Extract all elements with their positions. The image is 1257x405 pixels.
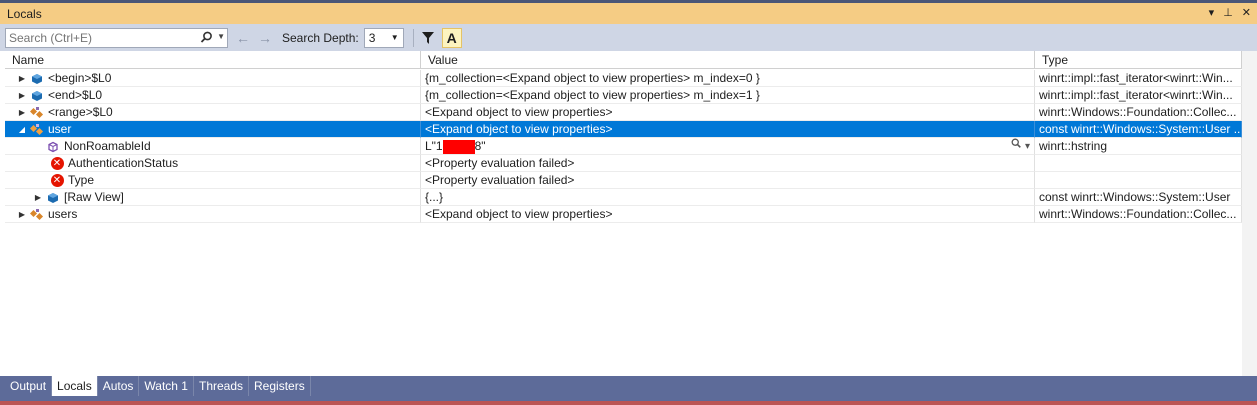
table-row[interactable]: ✕ Type <Property evaluation failed> bbox=[5, 172, 1242, 189]
expand-arrow-icon[interactable]: ▶ bbox=[15, 206, 29, 222]
window-buttons: ▾ ⊥ ✕ bbox=[1209, 6, 1251, 19]
row-type bbox=[1035, 155, 1242, 172]
row-type: winrt::Windows::Foundation::Collec... bbox=[1035, 104, 1242, 121]
expand-arrow-icon[interactable]: ▶ bbox=[15, 104, 29, 120]
row-type: winrt::Windows::Foundation::Collec... bbox=[1035, 206, 1242, 223]
table-row[interactable]: ▶ users <Expand object to view propertie… bbox=[5, 206, 1242, 223]
tab-output[interactable]: Output bbox=[5, 376, 53, 396]
row-name: user bbox=[48, 122, 72, 136]
class-object-icon bbox=[29, 106, 45, 120]
chevron-down-icon: ▼ bbox=[390, 33, 399, 42]
tab-threads[interactable]: Threads bbox=[193, 376, 250, 396]
search-input[interactable] bbox=[6, 28, 196, 47]
column-header-name[interactable]: Name bbox=[5, 51, 421, 69]
row-type bbox=[1035, 172, 1242, 189]
error-icon: ✕ bbox=[49, 157, 65, 171]
tab-autos[interactable]: Autos bbox=[97, 376, 140, 396]
debug-window-tabs: Output Locals Autos Watch 1 Threads Regi… bbox=[5, 376, 311, 396]
row-value: {...} bbox=[421, 189, 1035, 206]
column-header-type[interactable]: Type bbox=[1035, 51, 1242, 69]
search-depth-value: 3 bbox=[368, 30, 376, 45]
row-value: L"1 8" ▾ bbox=[421, 138, 1035, 155]
tab-registers[interactable]: Registers bbox=[249, 376, 311, 396]
view-all-members-button[interactable]: A bbox=[441, 27, 462, 48]
table-row[interactable]: ▶ [Raw View] {...} const winrt::Windows:… bbox=[5, 189, 1242, 206]
grid-header: Name Value Type bbox=[5, 51, 1242, 69]
column-header-value[interactable]: Value bbox=[421, 51, 1035, 69]
row-value: <Expand object to view properties> bbox=[421, 121, 1035, 138]
locals-toolbar: ▼ ← → Search Depth: 3 ▼ A bbox=[0, 24, 1257, 51]
row-name: <begin>$L0 bbox=[48, 71, 112, 85]
expand-arrow-icon[interactable]: ▶ bbox=[15, 87, 29, 103]
search-depth-label: Search Depth: bbox=[282, 30, 359, 45]
locals-grid: Name Value Type ▶ <begin>$L0 {m_collecti… bbox=[0, 51, 1257, 376]
row-name: AuthenticationStatus bbox=[68, 156, 179, 170]
value-suffix: 8" bbox=[474, 139, 486, 153]
window-title: Locals bbox=[7, 6, 42, 21]
expand-arrow-icon[interactable]: ▶ bbox=[15, 70, 29, 86]
search-options-chevron-icon[interactable]: ▼ bbox=[217, 32, 225, 41]
row-type: winrt::impl::fast_iterator<winrt::Win... bbox=[1035, 70, 1242, 87]
table-row[interactable]: ✕ AuthenticationStatus <Property evaluat… bbox=[5, 155, 1242, 172]
redaction-mark bbox=[442, 139, 475, 154]
row-name: users bbox=[48, 207, 78, 221]
object-icon bbox=[29, 89, 45, 103]
value-prefix: L"1 bbox=[425, 139, 443, 153]
search-depth-dropdown[interactable]: 3 ▼ bbox=[363, 27, 404, 48]
search-forward-arrow-icon[interactable]: → bbox=[258, 30, 272, 46]
search-icon[interactable] bbox=[200, 31, 213, 47]
window-position-dropdown-button[interactable]: ▾ bbox=[1209, 6, 1215, 19]
search-box[interactable]: ▼ bbox=[5, 27, 228, 48]
row-type: winrt::impl::fast_iterator<winrt::Win... bbox=[1035, 87, 1242, 104]
row-type: const winrt::Windows::System::User bbox=[1035, 189, 1242, 206]
row-value: <Expand object to view properties> bbox=[421, 206, 1035, 223]
table-row[interactable]: ▶ <end>$L0 {m_collection=<Expand object … bbox=[5, 87, 1242, 104]
row-value: {m_collection=<Expand object to view pro… bbox=[421, 70, 1035, 87]
error-icon: ✕ bbox=[49, 174, 65, 188]
row-value: <Property evaluation failed> bbox=[421, 155, 1035, 172]
row-value: <Expand object to view properties> bbox=[421, 104, 1035, 121]
table-row[interactable]: NonRoamableId L"1 8" ▾ winrt::hstring bbox=[5, 138, 1242, 155]
row-name: <range>$L0 bbox=[48, 105, 113, 119]
object-icon bbox=[45, 191, 61, 205]
row-value: <Property evaluation failed> bbox=[421, 172, 1035, 189]
pin-button[interactable]: ⊥ bbox=[1223, 6, 1233, 19]
toolbar-separator bbox=[412, 28, 414, 47]
table-row-selected[interactable]: ◢ user <Expand object to view properties… bbox=[5, 121, 1242, 138]
row-value: {m_collection=<Expand object to view pro… bbox=[421, 87, 1035, 104]
tab-locals[interactable]: Locals bbox=[52, 376, 98, 396]
table-row[interactable]: ▶ <range>$L0 <Expand object to view prop… bbox=[5, 104, 1242, 121]
object-icon bbox=[29, 72, 45, 86]
vertical-scrollbar[interactable] bbox=[1242, 51, 1257, 376]
tab-watch-1[interactable]: Watch 1 bbox=[139, 376, 194, 396]
row-name: <end>$L0 bbox=[48, 88, 103, 102]
row-name: Type bbox=[68, 173, 95, 187]
search-backward-arrow-icon[interactable]: ← bbox=[236, 30, 250, 46]
row-type: winrt::hstring bbox=[1035, 138, 1242, 155]
status-bar-edge bbox=[0, 401, 1257, 405]
property-icon bbox=[45, 140, 61, 154]
expand-arrow-icon[interactable]: ▶ bbox=[31, 189, 45, 205]
row-type: const winrt::Windows::System::User ... bbox=[1035, 121, 1242, 138]
row-name: [Raw View] bbox=[64, 190, 124, 204]
tool-window-title-bar: Locals ▾ ⊥ ✕ bbox=[0, 0, 1257, 24]
table-row[interactable]: ▶ <begin>$L0 {m_collection=<Expand objec… bbox=[5, 70, 1242, 87]
filter-icon[interactable] bbox=[418, 28, 438, 48]
class-object-icon bbox=[29, 123, 45, 137]
collapse-arrow-icon[interactable]: ◢ bbox=[15, 121, 29, 137]
text-visualizer-magnifier-icon[interactable]: ▾ bbox=[1011, 138, 1030, 154]
close-button[interactable]: ✕ bbox=[1242, 6, 1251, 19]
class-object-icon bbox=[29, 208, 45, 222]
row-name: NonRoamableId bbox=[64, 139, 151, 153]
